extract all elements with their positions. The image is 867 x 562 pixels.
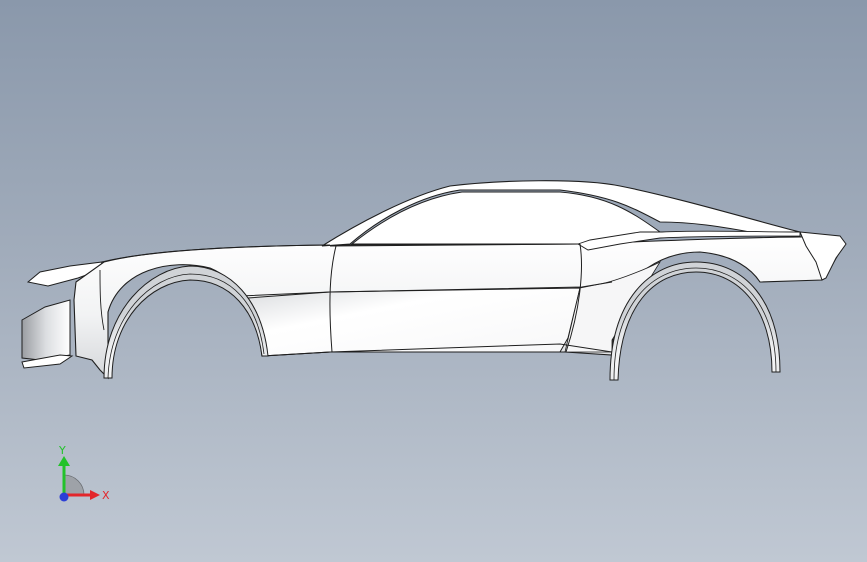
coordinate-triad: Y X xyxy=(58,444,110,502)
y-axis-arrow xyxy=(58,456,70,466)
x-axis-label: X xyxy=(102,489,110,502)
x-axis-arrow xyxy=(90,490,100,500)
car-body-model[interactable] xyxy=(0,0,867,562)
door-panel[interactable] xyxy=(247,287,581,357)
graphics-viewport[interactable]: Y X xyxy=(0,0,867,562)
front-bumper-lower[interactable] xyxy=(21,299,71,361)
triad-plane-arc xyxy=(63,474,85,496)
z-axis-dot xyxy=(59,492,69,502)
y-axis-label: Y xyxy=(58,444,66,457)
